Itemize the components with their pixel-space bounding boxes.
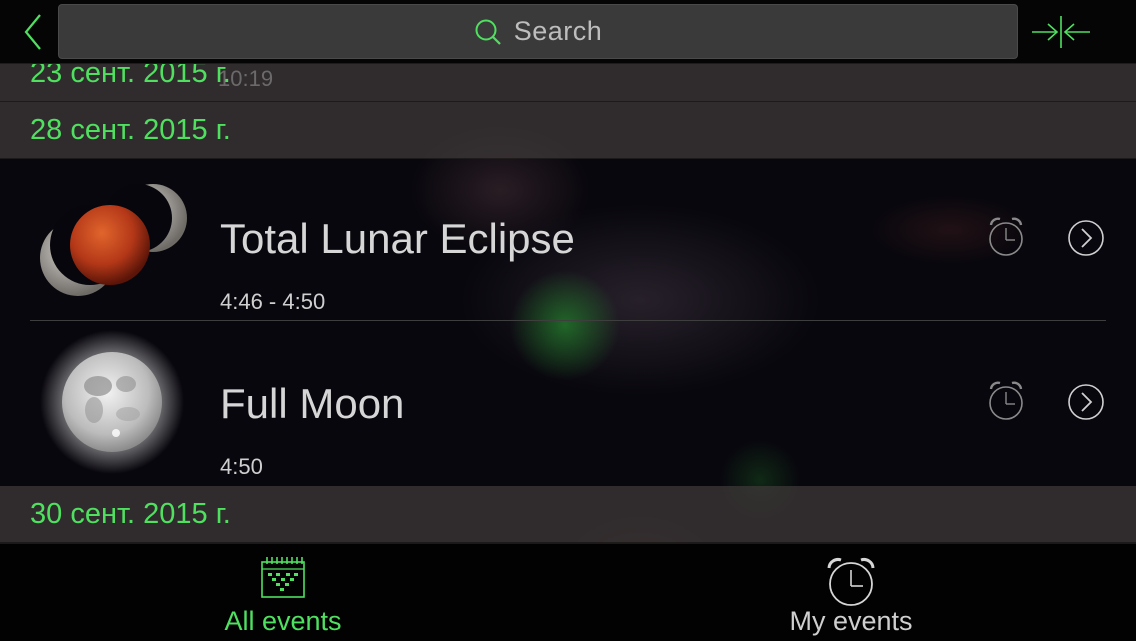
event-detail-button[interactable] xyxy=(1066,382,1106,422)
event-row-full-moon[interactable]: Full Moon 4:50 xyxy=(0,322,1136,485)
add-alarm-button[interactable] xyxy=(986,379,1026,423)
chevron-right-circle-icon xyxy=(1068,384,1104,420)
collapse-arrows-icon xyxy=(1032,16,1090,48)
event-time: 4:46 - 4:50 xyxy=(220,289,326,314)
tab-my-events[interactable]: My events xyxy=(701,544,1001,641)
date-header-partial: 23 сент. 2015 г. 10:19 xyxy=(0,64,1136,102)
tab-label: All events xyxy=(224,606,342,636)
full-moon-image xyxy=(40,330,184,474)
event-title: Full Moon xyxy=(220,380,405,427)
date-label: 30 сент. 2015 г. xyxy=(30,498,231,530)
collapse-button[interactable] xyxy=(1030,14,1092,50)
tab-label: My events xyxy=(789,606,913,636)
date-header: 30 сент. 2015 г. xyxy=(0,486,1136,543)
partial-event-time: 10:19 xyxy=(218,66,274,91)
date-label: 28 сент. 2015 г. xyxy=(30,114,231,146)
date-header: 28 сент. 2015 г. xyxy=(0,102,1136,159)
row-divider xyxy=(30,320,1106,321)
search-icon xyxy=(475,19,501,45)
search-placeholder: Search xyxy=(513,16,603,46)
event-time: 4:50 xyxy=(220,454,263,479)
event-detail-button[interactable] xyxy=(1066,218,1106,258)
calendar-icon xyxy=(261,557,305,598)
alarm-clock-icon xyxy=(989,217,1023,256)
search-field[interactable]: Search xyxy=(58,4,1018,59)
event-row-total-lunar-eclipse[interactable]: Total Lunar Eclipse 4:46 - 4:50 xyxy=(0,159,1136,322)
date-label: 23 сент. 2015 г. xyxy=(30,64,231,89)
tab-all-events[interactable]: All events xyxy=(133,544,433,641)
lunar-eclipse-image xyxy=(40,184,187,296)
event-title: Total Lunar Eclipse xyxy=(220,215,575,262)
chevron-left-icon xyxy=(24,14,41,50)
chevron-right-circle-icon xyxy=(1068,220,1104,256)
top-bar: Search xyxy=(0,0,1136,64)
tab-bar: All events My events xyxy=(0,543,1136,641)
add-alarm-button[interactable] xyxy=(986,215,1026,259)
back-button[interactable] xyxy=(18,12,50,52)
alarm-clock-icon xyxy=(989,381,1023,420)
alarm-clock-icon xyxy=(827,558,875,606)
